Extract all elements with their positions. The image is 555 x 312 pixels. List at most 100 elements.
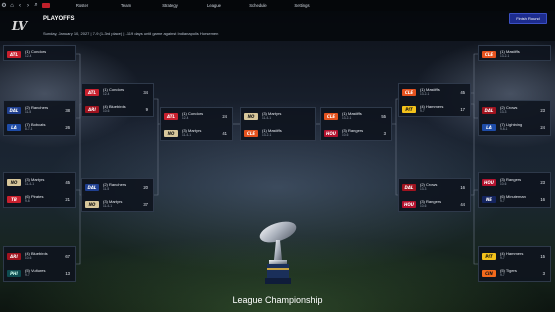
- team-badge: ARI: [7, 252, 21, 260]
- team-badge: NO: [85, 200, 99, 208]
- team-row: ARI (4) Bluebirds 10-6 9: [82, 104, 153, 114]
- team-badge: NE: [482, 195, 496, 203]
- team-row: CLE (1) Mastiffs 13-2-1: [479, 49, 550, 59]
- team-badge: ATL: [164, 112, 178, 120]
- team-score: 24: [222, 113, 227, 119]
- team-record: 9-7: [500, 256, 505, 260]
- team-badge: LA: [7, 123, 21, 131]
- team-record: 10-6: [420, 204, 427, 208]
- team-score: 13: [65, 270, 70, 276]
- team-record: 12-4: [25, 54, 32, 58]
- matchup-right-r1-1[interactable]: CLE (1) Mastiffs 13-2-1: [478, 45, 551, 61]
- team-record: 13-2-1: [262, 133, 272, 137]
- team-row: HOU (3) Rangers 10-6 44: [399, 199, 470, 209]
- team-record: 13-2-1: [420, 92, 430, 96]
- team-row: TB (6) Pirates 9-6 21: [4, 194, 75, 204]
- team-score: 23: [540, 107, 545, 113]
- matchup-championship[interactable]: NO (3) Martyrs 11-4-1 CLE (1) Mastiffs 13-…: [240, 107, 316, 141]
- team-badge: CIN: [482, 269, 496, 277]
- team-badge: ATL: [85, 88, 99, 96]
- matchup-right-conf-final[interactable]: CLE (1) Mastiffs 13-2-1 55 HOU (3) Ranger…: [320, 107, 392, 141]
- team-row: CLE (1) Mastiffs 13-2-1 55: [321, 111, 391, 121]
- team-row: NO (3) Martyrs 11-4-1 37: [82, 199, 153, 209]
- team-row: DAL (2) Crows 13-3 16: [399, 182, 470, 192]
- matchup-right-r1-4[interactable]: PIT (4) Hammers 9-7 15 CIN (5) Tigers 9-7 …: [478, 246, 551, 282]
- matchup-right-r2-2[interactable]: DAL (2) Crows 13-3 16 HOU (3) Rangers 10-6…: [398, 178, 471, 212]
- team-record: 11-4-1: [103, 204, 112, 208]
- team-record: 13-2-1: [500, 54, 510, 58]
- matchup-left-r2-1[interactable]: ATL (1) Condors 12-4 34 ARI (4) Bluebirds…: [81, 83, 154, 117]
- team-row: LA (7) Bobcats 8-7-1 26: [4, 122, 75, 132]
- team-badge: HOU: [482, 178, 496, 186]
- team-record: 10-6: [103, 109, 110, 113]
- team-row: CLE (1) Mastiffs 13-2-1 45: [399, 87, 470, 97]
- matchup-left-r1-2[interactable]: DAL (2) Ranchers 11-5 38 LA (7) Bobcats 8-…: [3, 100, 76, 136]
- team-row: ATL (1) Condors 12-4 24: [161, 111, 232, 121]
- team-row: NE (6) Minuteman 9-7 16: [479, 194, 550, 204]
- team-score: 3: [542, 270, 545, 276]
- team-record: 13-2-1: [342, 116, 352, 120]
- team-score: 26: [65, 124, 70, 130]
- team-row: DAL (2) Ranchers 11-5 38: [4, 105, 75, 115]
- team-badge: LA: [482, 123, 496, 131]
- team-record: 11-4-1: [25, 182, 34, 186]
- team-record: 11-5: [25, 110, 32, 114]
- team-badge: TB: [7, 195, 21, 203]
- team-score: 37: [143, 201, 148, 207]
- team-score: 3: [383, 130, 386, 136]
- team-record: 10-6: [342, 133, 349, 137]
- team-record: 9-7: [25, 273, 30, 277]
- matchup-left-r1-3[interactable]: NO (3) Martyrs 11-4-1 45 TB (6) Pirates 9-…: [3, 172, 76, 208]
- team-badge: ARI: [85, 105, 99, 113]
- team-row: CIN (5) Tigers 9-7 3: [479, 268, 550, 278]
- team-score: 44: [460, 201, 465, 207]
- team-badge: NO: [164, 129, 178, 137]
- team-score: 15: [540, 253, 545, 259]
- team-record: 9-7: [420, 109, 425, 113]
- matchup-right-r1-2[interactable]: DAL (2) Crows 13-3 23 LA (7) Lightning 9-6…: [478, 100, 551, 136]
- team-record: 13-3: [420, 187, 427, 191]
- team-score: 38: [65, 107, 70, 113]
- team-badge: DAL: [7, 106, 21, 114]
- team-score: 45: [65, 179, 70, 185]
- team-record: 10-6: [25, 256, 32, 260]
- team-record: 9-6-1: [500, 127, 508, 131]
- matchup-left-conf-final[interactable]: ATL (1) Condors 12-4 24 NO (3) Martyrs 11-…: [160, 107, 233, 141]
- team-score: 16: [460, 184, 465, 190]
- matchup-right-r2-1[interactable]: CLE (1) Mastiffs 13-2-1 45 PIT (4) Hammer…: [398, 83, 471, 117]
- team-row: PIT (4) Hammers 9-7 15: [479, 251, 550, 261]
- team-badge: PHI: [7, 269, 21, 277]
- team-row: PHI (5) Vultures 9-7 13: [4, 268, 75, 278]
- team-badge: HOU: [402, 200, 416, 208]
- team-row: DAL (2) Ranchers 11-5 20: [82, 182, 153, 192]
- team-row: HOU (3) Rangers 10-6 23: [479, 177, 550, 187]
- team-record: 13-3: [500, 110, 507, 114]
- team-badge: CLE: [402, 88, 416, 96]
- team-score: 21: [65, 196, 70, 202]
- team-row: LA (7) Lightning 9-6-1 24: [479, 122, 550, 132]
- team-row: ATL (1) Condors 12-4: [4, 49, 75, 59]
- team-score: 20: [143, 184, 148, 190]
- team-row: ARI (4) Bluebirds 10-6 67: [4, 251, 75, 261]
- trophy-icon: [259, 221, 297, 284]
- matchup-left-r2-2[interactable]: DAL (2) Ranchers 11-5 20 NO (3) Martyrs 11…: [81, 178, 154, 212]
- team-badge: CLE: [482, 50, 496, 58]
- matchup-right-r1-3[interactable]: HOU (3) Rangers 10-6 23 NE (6) Minuteman 9…: [478, 172, 551, 208]
- team-record: 11-4-1: [182, 133, 191, 137]
- team-badge: DAL: [482, 106, 496, 114]
- team-score: 16: [540, 196, 545, 202]
- team-row: NO (3) Martyrs 11-4-1 45: [4, 177, 75, 187]
- team-record: 11-5: [103, 187, 110, 191]
- team-record: 8-7-1: [25, 127, 33, 131]
- matchup-left-r1-4[interactable]: ARI (4) Bluebirds 10-6 67 PHI (5) Vulture…: [3, 246, 76, 282]
- team-row: PIT (4) Hammers 9-7 17: [399, 104, 470, 114]
- matchup-left-r1-1[interactable]: ATL (1) Condors 12-4: [3, 45, 76, 61]
- team-badge: NO: [7, 178, 21, 186]
- team-row: DAL (2) Crows 13-3 23: [479, 105, 550, 115]
- team-row: CLE (1) Mastiffs 13-2-1: [241, 128, 315, 138]
- team-badge: CLE: [324, 112, 338, 120]
- team-record: 9-7: [500, 199, 505, 203]
- team-badge: CLE: [244, 129, 258, 137]
- team-badge: DAL: [85, 183, 99, 191]
- team-badge: HOU: [324, 129, 338, 137]
